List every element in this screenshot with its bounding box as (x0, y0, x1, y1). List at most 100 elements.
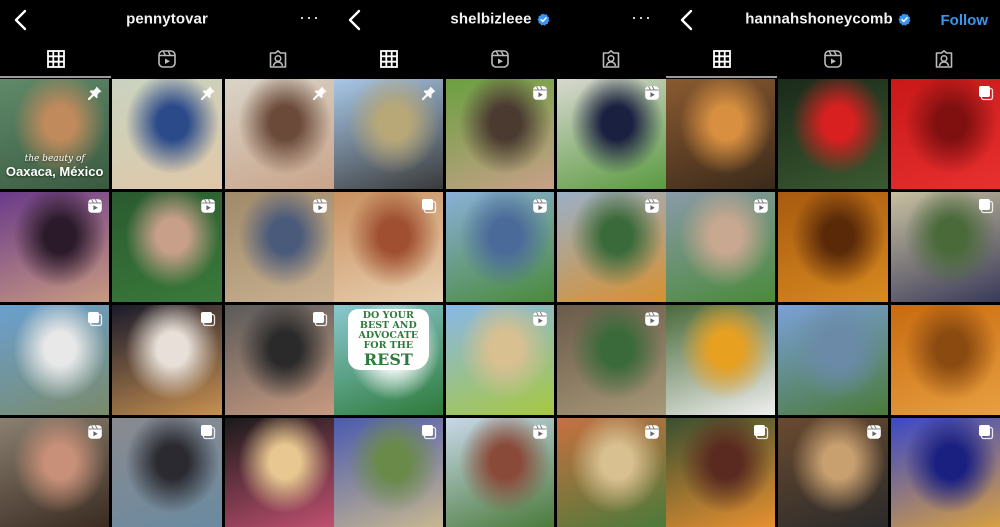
reel-icon (532, 311, 548, 327)
reel-icon (644, 424, 660, 440)
post-tile[interactable] (890, 305, 1000, 415)
profile-panel-hannahshoneycomb: hannahshoneycomb Follow (666, 0, 1000, 527)
profile-username: pennytovar (126, 10, 208, 28)
reel-icon (644, 198, 660, 214)
post-tile[interactable] (890, 79, 1000, 189)
carousel-icon (753, 424, 769, 440)
tab-reels[interactable] (445, 40, 556, 78)
post-tile[interactable] (224, 305, 334, 415)
tile-caption-main: Oaxaca, México (5, 164, 104, 179)
reel-icon (753, 198, 769, 214)
reel-icon (644, 85, 660, 101)
grid-icon (46, 50, 65, 68)
post-tile[interactable] (890, 418, 1000, 527)
tagged-icon (270, 50, 287, 68)
verified-badge-icon (537, 12, 550, 26)
reels-icon (824, 50, 842, 68)
post-tile[interactable] (666, 305, 776, 415)
pin-icon (312, 85, 328, 101)
carousel-icon (978, 85, 994, 101)
post-tile[interactable] (445, 79, 555, 189)
carousel-icon (87, 311, 103, 327)
reel-icon (866, 424, 882, 440)
post-tile[interactable] (224, 418, 334, 527)
reel-icon (532, 424, 548, 440)
post-tile[interactable] (112, 305, 222, 415)
reel-icon (532, 198, 548, 214)
reels-icon (158, 50, 176, 68)
tab-tagged[interactable] (555, 40, 666, 78)
posts-grid (666, 79, 1000, 527)
posts-grid: the beauty of Oaxaca, México (0, 79, 334, 527)
carousel-icon (200, 311, 216, 327)
more-options-button[interactable]: ··· (631, 8, 652, 26)
post-tile[interactable] (0, 305, 110, 415)
post-tile[interactable] (112, 418, 222, 527)
post-tile[interactable] (557, 305, 666, 415)
profile-header: pennytovar ··· (0, 0, 334, 40)
post-tile[interactable] (666, 79, 776, 189)
tagged-icon (936, 50, 953, 68)
tab-tagged[interactable] (223, 40, 334, 78)
poster-text: DO YOUR BEST AND ADVOCATE FOR THE REST (348, 309, 429, 370)
post-tile[interactable] (334, 192, 443, 302)
post-tile[interactable] (778, 305, 888, 415)
post-tile[interactable] (334, 79, 443, 189)
profile-tabs (334, 40, 666, 78)
post-tile[interactable] (778, 418, 888, 527)
pin-icon (87, 85, 103, 101)
reel-icon (644, 311, 660, 327)
post-tile[interactable] (557, 418, 666, 527)
post-tile[interactable] (0, 192, 110, 302)
tile-caption: the beauty of Oaxaca, México (0, 154, 109, 179)
reel-icon (200, 198, 216, 214)
tab-reels[interactable] (777, 40, 888, 78)
reel-icon (312, 198, 328, 214)
post-tile[interactable] (778, 192, 888, 302)
reel-icon (532, 85, 548, 101)
carousel-icon (200, 424, 216, 440)
post-tile[interactable] (666, 192, 776, 302)
post-tile[interactable] (666, 418, 776, 527)
follow-button[interactable]: Follow (941, 12, 989, 29)
profile-panel-shelbizleee: shelbizleee ··· DO YOUR BEST AND ADVOCATE F… (334, 0, 666, 527)
profile-username: shelbizleee (334, 10, 666, 28)
tab-reels[interactable] (111, 40, 222, 78)
posts-grid: DO YOUR BEST AND ADVOCATE FOR THE REST (334, 79, 666, 527)
more-options-button[interactable]: ··· (299, 8, 320, 26)
post-tile[interactable]: DO YOUR BEST AND ADVOCATE FOR THE REST (334, 305, 443, 415)
reel-icon (87, 424, 103, 440)
profile-header: shelbizleee ··· (334, 0, 666, 40)
post-tile[interactable] (445, 192, 555, 302)
post-tile[interactable] (890, 192, 1000, 302)
profile-header: hannahshoneycomb Follow (666, 0, 1000, 40)
reels-icon (491, 50, 509, 68)
post-tile[interactable] (112, 79, 222, 189)
post-tile[interactable] (445, 418, 555, 527)
post-tile[interactable] (334, 418, 443, 527)
post-tile[interactable] (224, 79, 334, 189)
tab-tagged[interactable] (889, 40, 1000, 78)
post-tile[interactable] (557, 192, 666, 302)
post-tile[interactable] (0, 418, 110, 527)
carousel-icon (978, 424, 994, 440)
pin-icon (421, 85, 437, 101)
tab-posts-grid[interactable] (334, 40, 445, 78)
tile-caption-small: the beauty of (24, 154, 85, 164)
tab-posts-grid[interactable] (0, 40, 112, 78)
post-tile[interactable] (445, 305, 555, 415)
verified-badge-icon (898, 12, 911, 26)
post-tile[interactable] (778, 79, 888, 189)
profile-tabs (0, 40, 334, 78)
post-tile[interactable] (224, 192, 334, 302)
grid-icon (712, 50, 731, 68)
post-tile[interactable] (557, 79, 666, 189)
carousel-icon (978, 198, 994, 214)
tagged-icon (602, 50, 619, 68)
carousel-icon (421, 198, 437, 214)
carousel-icon (312, 311, 328, 327)
tab-posts-grid[interactable] (666, 40, 778, 78)
profile-tabs (666, 40, 1000, 78)
post-tile[interactable] (112, 192, 222, 302)
post-tile[interactable]: the beauty of Oaxaca, México (0, 79, 110, 189)
